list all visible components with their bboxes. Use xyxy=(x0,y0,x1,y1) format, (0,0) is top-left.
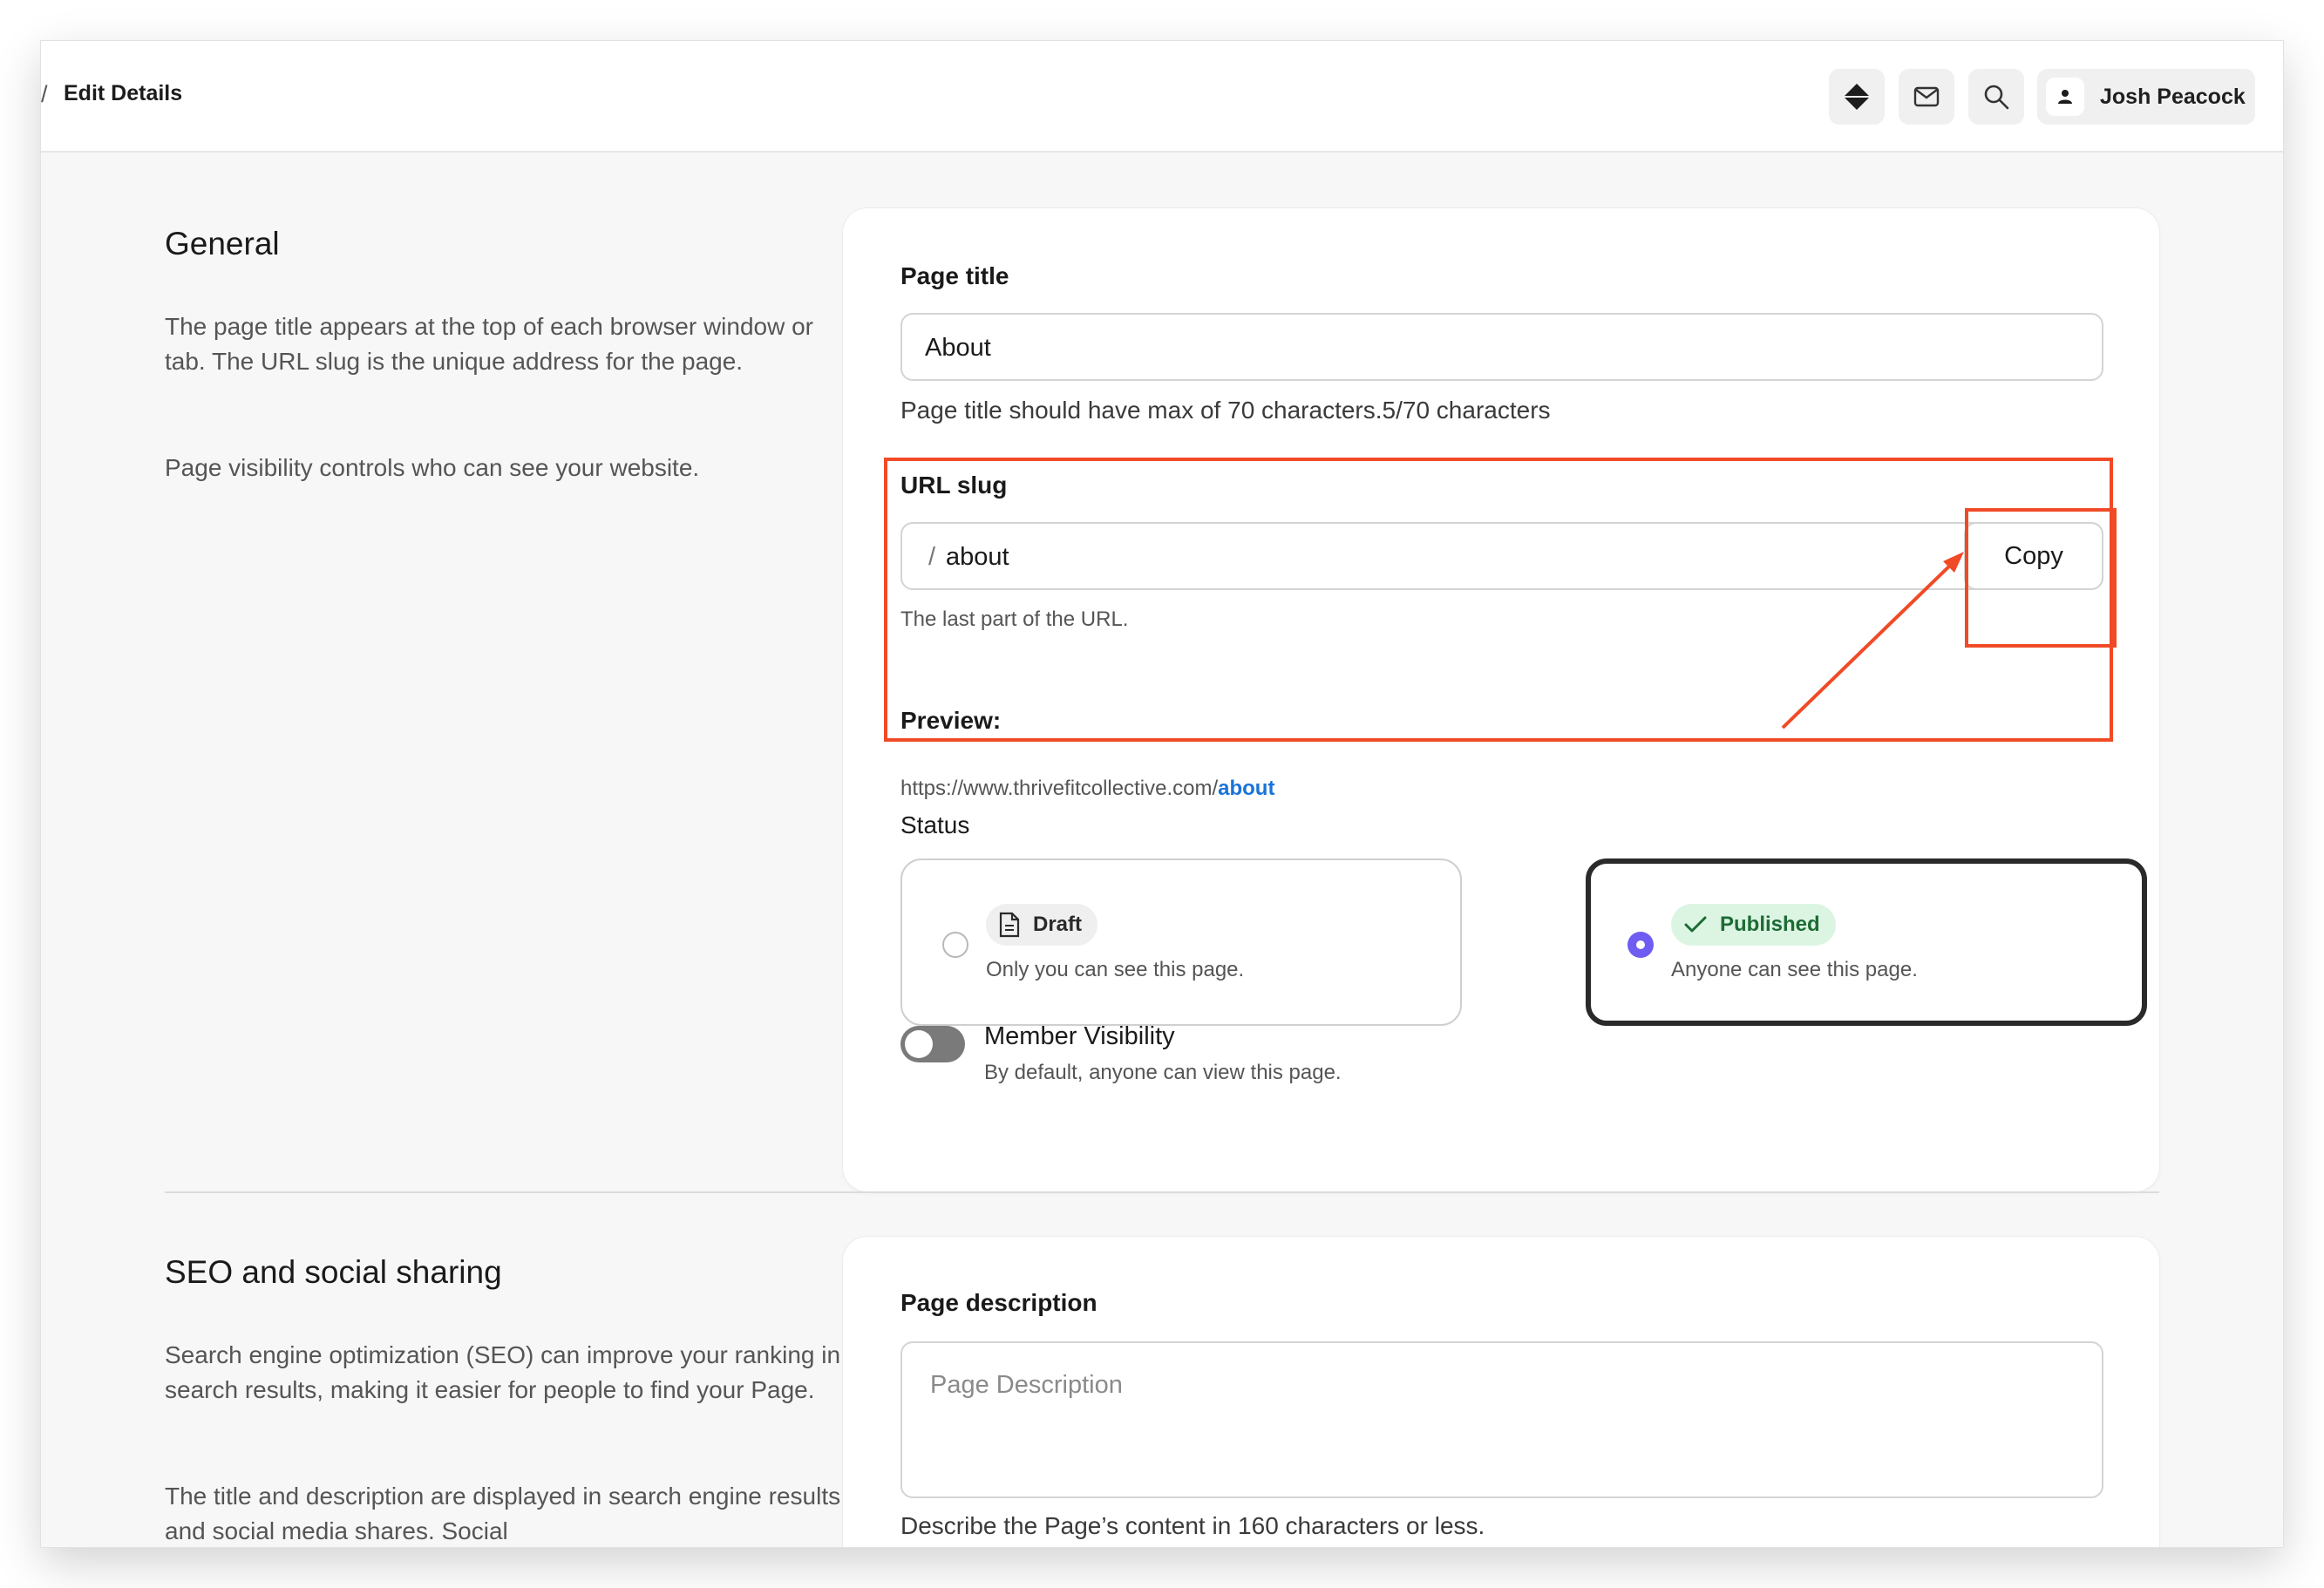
page-description-textarea[interactable]: Page Description xyxy=(900,1341,2103,1498)
seo-section-title: SEO and social sharing xyxy=(165,1254,502,1290)
seo-description-2: The title and description are displayed … xyxy=(165,1483,841,1544)
app-window: / Edit Details Josh Peacock General The … xyxy=(41,41,2283,1547)
page-description-helper: Describe the Page’s content in 160 chara… xyxy=(900,1512,1485,1539)
seo-card: Page description Page Description Descri… xyxy=(843,1237,2159,1547)
page-description-placeholder: Page Description xyxy=(930,1371,1123,1399)
section-divider xyxy=(165,1191,2159,1193)
page-description-label: Page description xyxy=(900,1289,1097,1316)
seo-description: Search engine optimization (SEO) can imp… xyxy=(165,1341,841,1403)
